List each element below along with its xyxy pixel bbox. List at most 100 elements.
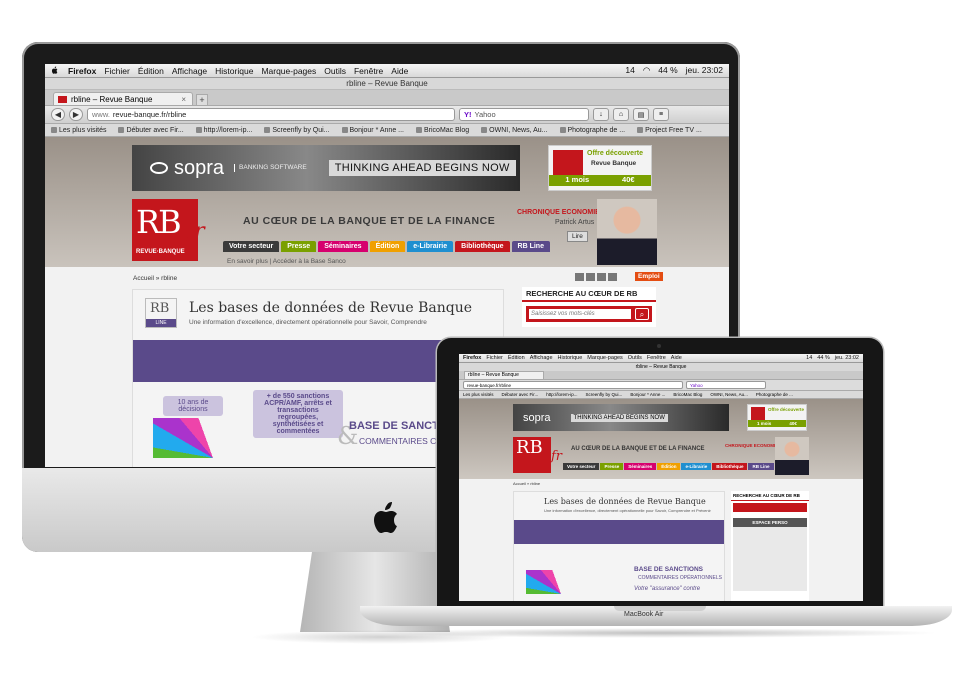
bookmark-item[interactable]: Screenfly by Qui... — [264, 127, 329, 134]
bookmark-item[interactable]: Bonjour * Anne ... — [342, 127, 404, 134]
logo-fr: fr — [186, 219, 205, 244]
mb-bookmark-item[interactable]: http://lorem-ip... — [546, 391, 577, 398]
menu-historique[interactable]: Historique — [215, 66, 253, 76]
status-count[interactable]: 14 — [625, 65, 634, 76]
emploi-button[interactable]: Emploi — [635, 272, 663, 281]
bookmark-item[interactable]: Les plus visités — [51, 127, 106, 134]
mb-offer-title: Offre découverte — [768, 407, 805, 412]
menu-marque-pages[interactable]: Marque-pages — [261, 66, 316, 76]
mb-rb-logo[interactable]: RB — [513, 437, 551, 473]
bookmark-item[interactable]: OWNI, News, Au... — [481, 127, 547, 134]
bookmark-item[interactable]: Photographe de ... — [560, 127, 626, 134]
mb-search-input[interactable] — [733, 503, 807, 512]
mb-breadcrumb[interactable]: Accueil » rbline — [513, 481, 540, 486]
menu-outils[interactable]: Outils — [324, 66, 346, 76]
menu-edition[interactable]: Édition — [138, 66, 164, 76]
twitter-icon[interactable] — [586, 273, 595, 281]
mb-tab[interactable]: rbline – Revue Banque — [464, 371, 544, 379]
nav-bibliotheque[interactable]: Bibliothèque — [455, 241, 510, 252]
url-bar[interactable]: www. revue-banque.fr/rbline — [87, 108, 455, 121]
bookmark-item[interactable]: Débuter avec Fir... — [118, 127, 183, 134]
mb-menu-marque-pages[interactable]: Marque-pages — [587, 355, 622, 361]
menu-aide[interactable]: Aide — [391, 66, 408, 76]
mb-battery[interactable]: 44 % — [817, 355, 830, 361]
mb-search-bar[interactable]: Yahoo — [686, 381, 766, 389]
mb-menu-outils[interactable]: Outils — [628, 355, 642, 361]
search-input[interactable]: Saisissez vos mots-clés — [529, 309, 631, 319]
sopra-brand: sopra BANKING SOFTWARE — [132, 157, 307, 180]
mb-bookmark-item[interactable]: Débuter avec Fir... — [502, 391, 539, 398]
mb-nav-e-librairie[interactable]: e-Librairie — [681, 463, 712, 470]
clock[interactable]: jeu. 23:02 — [686, 65, 723, 76]
mb-nav-votre-secteur[interactable]: Votre secteur — [563, 463, 600, 470]
facebook-icon[interactable] — [575, 273, 584, 281]
battery-percent[interactable]: 44 % — [658, 65, 677, 76]
bookmark-item[interactable]: http://lorem-ip... — [196, 127, 253, 134]
macbook-screen: Firefox Fichier Édition Affichage Histor… — [459, 354, 863, 601]
sopra-ad-banner[interactable]: sopra BANKING SOFTWARE THINKING AHEAD BE… — [132, 145, 520, 191]
mb-clock[interactable]: jeu. 23:02 — [835, 355, 859, 361]
nav-votre-secteur[interactable]: Votre secteur — [223, 241, 280, 252]
nav-rb-line[interactable]: RB Line — [511, 241, 550, 252]
home-icon[interactable]: ⌂ — [613, 108, 629, 121]
offer-title: Offre découverte — [587, 150, 644, 157]
mb-card-title: Les bases de données de Revue Banque — [544, 497, 706, 506]
menu-fichier[interactable]: Fichier — [104, 66, 130, 76]
mb-bookmarks-bar: Les plus visités Débuter avec Fir... htt… — [459, 391, 863, 399]
menu-fenetre[interactable]: Fenêtre — [354, 66, 383, 76]
bookmark-item[interactable]: Project Free TV ... — [637, 127, 702, 134]
mb-menu-fenetre[interactable]: Fenêtre — [647, 355, 666, 361]
mb-bookmark-item[interactable]: Screenfly by Qui... — [586, 391, 623, 398]
apple-menu-icon[interactable] — [51, 66, 59, 75]
revue-banque-logo[interactable]: RB REVUE·BANQUE fr — [132, 199, 205, 261]
mb-espace-perso[interactable]: ESPACE PERSO — [733, 518, 807, 527]
close-tab-icon[interactable]: × — [181, 95, 186, 104]
mb-url-bar[interactable]: revue-banque.fr/rbline — [463, 381, 683, 389]
mb-bookmark-item[interactable]: Photographe de ... — [756, 391, 793, 398]
mb-bookmark-item[interactable]: OWNI, News, Au... — [710, 391, 748, 398]
mb-nav-rb-line[interactable]: RB Line — [748, 463, 774, 470]
mb-nav-edition[interactable]: Édition — [657, 463, 681, 470]
nav-seminaires[interactable]: Séminaires — [318, 241, 368, 252]
offer-decouverte[interactable]: Offre découverte Revue Banque 1 mois 40€ — [548, 145, 652, 191]
mb-bookmark-item[interactable]: Les plus visités — [463, 391, 494, 398]
sub-links[interactable]: En savoir plus | Accéder à la Base Sanco — [227, 258, 346, 265]
wifi-icon[interactable]: ◠ — [643, 65, 650, 76]
lire-button[interactable]: Lire — [567, 231, 588, 242]
search-bar[interactable]: Y! Yahoo — [459, 108, 589, 121]
forward-button[interactable]: ▶ — [69, 108, 83, 121]
sidebar-icon[interactable]: ▤ — [633, 108, 649, 121]
mb-nav-bibliotheque[interactable]: Bibliothèque — [712, 463, 748, 470]
mb-sopra-ad[interactable]: sopra THINKING AHEAD BEGINS NOW — [513, 404, 729, 431]
tab-rbline[interactable]: rbline – Revue Banque × — [53, 92, 193, 105]
mb-status-count[interactable]: 14 — [806, 355, 812, 361]
mb-nav-presse[interactable]: Presse — [600, 463, 624, 470]
macbook-shadow — [380, 628, 940, 638]
mb-offer[interactable]: Offre découverte 1 mois 40€ — [747, 404, 807, 431]
menu-affichage[interactable]: Affichage — [172, 66, 207, 76]
back-button[interactable]: ◀ — [51, 108, 65, 121]
mb-menu-edition[interactable]: Édition — [508, 355, 525, 361]
bookmark-item[interactable]: BricoMac Blog — [416, 127, 469, 134]
mb-bookmark-item[interactable]: Bonjour * Anne ... — [630, 391, 665, 398]
window-title: rbline – Revue Banque — [45, 78, 729, 90]
mb-menu-historique[interactable]: Historique — [558, 355, 583, 361]
nav-e-librairie[interactable]: e-Librairie — [407, 241, 454, 252]
mb-nav-seminaires[interactable]: Séminaires — [624, 463, 657, 470]
mb-menu-aide[interactable]: Aide — [671, 355, 682, 361]
mb-menu-fichier[interactable]: Fichier — [486, 355, 503, 361]
download-icon[interactable]: ↓ — [593, 108, 609, 121]
mb-menu-affichage[interactable]: Affichage — [530, 355, 553, 361]
menu-app-firefox[interactable]: Firefox — [68, 66, 96, 76]
breadcrumb[interactable]: Accueil » rbline — [133, 275, 177, 282]
mb-base-subtitle: COMMENTAIRES OPÉRATIONNELS — [638, 575, 722, 581]
linkedin-icon[interactable] — [597, 273, 606, 281]
nav-presse[interactable]: Presse — [281, 241, 317, 252]
search-icon[interactable]: ⌕ — [635, 308, 649, 320]
mb-bookmark-item[interactable]: BricoMac Blog — [673, 391, 702, 398]
mb-menu-app[interactable]: Firefox — [463, 355, 481, 361]
menu-icon[interactable]: ≡ — [653, 108, 669, 121]
new-tab-button[interactable]: + — [196, 94, 208, 105]
rss-icon[interactable] — [608, 273, 617, 281]
nav-edition[interactable]: Édition — [369, 241, 406, 252]
